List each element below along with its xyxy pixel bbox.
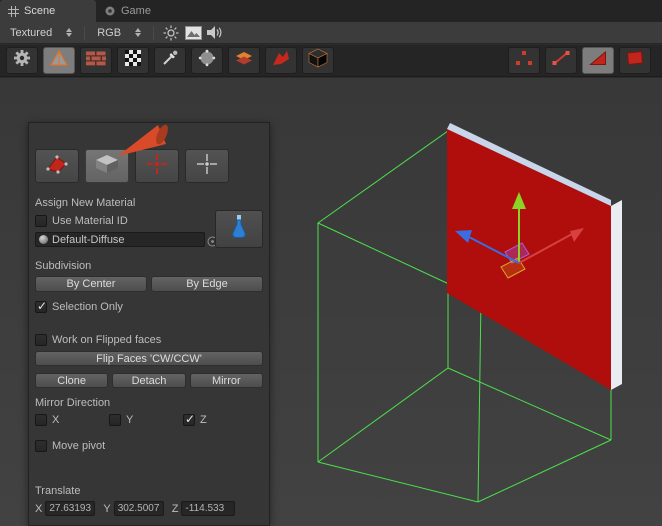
by-center-button[interactable]: By Center xyxy=(35,276,147,292)
subdivision-label: Subdivision xyxy=(35,260,92,272)
translate-z-label: Z xyxy=(171,502,179,515)
move-gray-mode-button[interactable] xyxy=(185,149,229,183)
mirror-z-checkbox[interactable]: Z xyxy=(183,412,257,427)
translate-y-label: Y xyxy=(103,502,111,515)
translate-x-field[interactable]: 27.63193 xyxy=(45,501,96,516)
checkbox-box[interactable] xyxy=(35,334,47,346)
material-preview-button[interactable] xyxy=(215,210,263,248)
face-select-mode-button[interactable] xyxy=(35,149,79,183)
clone-detach-mirror-row: Clone Detach Mirror xyxy=(35,373,263,388)
checkbox-box[interactable] xyxy=(35,215,47,227)
mirror-button[interactable]: Mirror xyxy=(189,373,263,388)
face-right-edge-highlight xyxy=(611,200,622,390)
material-section: Use Material ID Default-Diffuse xyxy=(35,210,263,252)
material-object-field[interactable]: Default-Diffuse xyxy=(35,232,205,247)
translate-z-field[interactable]: -114.533 xyxy=(181,501,236,516)
detach-button[interactable]: Detach xyxy=(112,373,186,388)
subdivision-buttons: By Center By Edge xyxy=(35,276,263,292)
checkbox-box-checked[interactable] xyxy=(35,299,47,313)
mirror-direction-label: Mirror Direction xyxy=(35,397,111,409)
material-sphere-icon xyxy=(39,235,48,244)
mirror-x-checkbox[interactable]: X xyxy=(35,413,109,427)
material-name: Default-Diffuse xyxy=(52,233,125,246)
translate-label: Translate xyxy=(35,485,81,497)
mesh-tools-panel: Assign New Material Use Material ID Defa… xyxy=(28,122,270,526)
assign-new-material-label: Assign New Material xyxy=(35,197,136,209)
work-on-flipped-checkbox[interactable]: Work on Flipped faces xyxy=(35,333,263,347)
work-on-flipped-label: Work on Flipped faces xyxy=(52,334,162,346)
selection-only-checkbox[interactable]: Selection Only xyxy=(35,299,263,314)
use-material-id-label: Use Material ID xyxy=(52,215,128,227)
mirror-z-label: Z xyxy=(200,414,207,426)
move-pivot-checkbox[interactable]: Move pivot xyxy=(35,439,263,453)
flip-faces-button[interactable]: Flip Faces 'CW/CCW' xyxy=(35,351,263,366)
checkbox-box[interactable] xyxy=(109,414,121,426)
move-pivot-label: Move pivot xyxy=(52,440,106,452)
translate-x-label: X xyxy=(35,502,43,515)
selected-face xyxy=(447,129,611,390)
unity-scene-view: Scene Game Textured RGB Assign New Mater… xyxy=(0,0,662,526)
by-edge-button[interactable]: By Edge xyxy=(151,276,263,292)
checkbox-box[interactable] xyxy=(35,440,47,452)
mirror-x-label: X xyxy=(52,414,60,426)
selection-only-label: Selection Only xyxy=(52,301,123,313)
red-face-icon xyxy=(45,153,69,180)
mirror-y-label: Y xyxy=(126,414,134,426)
panel-gap xyxy=(35,469,263,485)
mirror-axes-row: X Y Z xyxy=(35,412,263,427)
checkbox-box-checked[interactable] xyxy=(183,412,195,426)
translate-fields-row: X 27.63193 Y 302.5007 Z -114.533 xyxy=(35,501,263,516)
clone-button[interactable]: Clone xyxy=(35,373,109,388)
gray-crosshair-icon xyxy=(195,152,219,181)
face-normal-cone-gizmo xyxy=(118,124,168,156)
checkbox-box[interactable] xyxy=(35,414,47,426)
translate-y-field[interactable]: 302.5007 xyxy=(113,501,164,516)
mirror-y-checkbox[interactable]: Y xyxy=(109,413,183,427)
flask-icon xyxy=(229,214,249,245)
